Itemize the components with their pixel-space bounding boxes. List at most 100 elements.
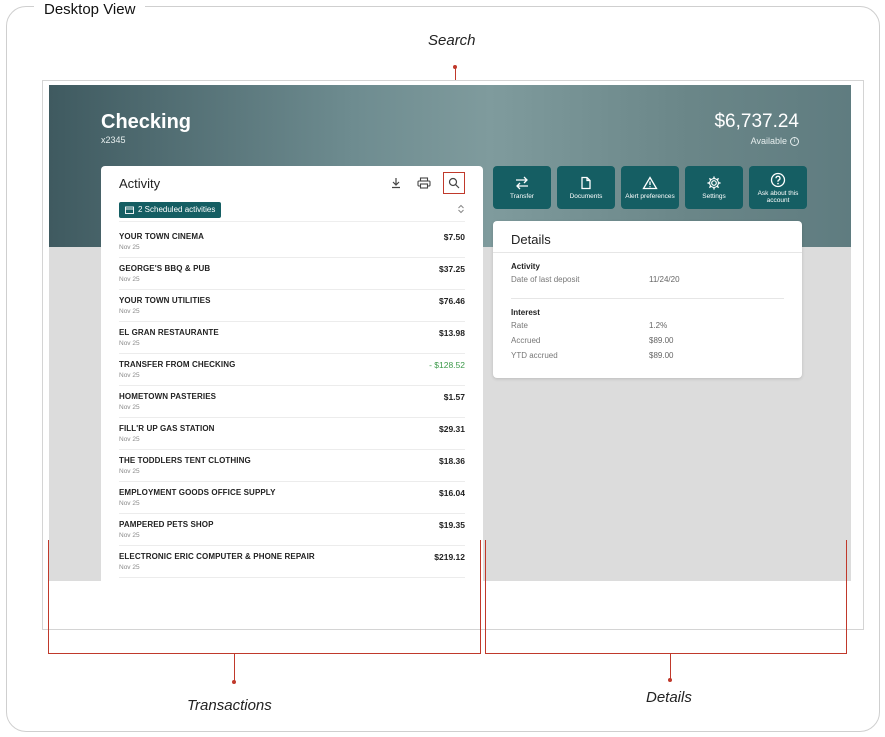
- alert-icon: [642, 175, 658, 191]
- transaction-info: HOMETOWN PASTERIES Nov 25: [119, 392, 216, 417]
- activity-tools: [387, 172, 465, 194]
- print-icon[interactable]: [415, 174, 433, 192]
- documents-label: Documents: [569, 193, 603, 200]
- transaction-date: Nov 25: [119, 468, 140, 475]
- transaction-date: Nov 25: [119, 500, 140, 507]
- transaction-row[interactable]: YOUR TOWN CINEMA Nov 25 $7.50: [119, 226, 465, 258]
- transaction-amount: $37.25: [439, 264, 465, 274]
- transaction-amount: $219.12: [434, 552, 465, 562]
- transactions-bracket-right: [480, 540, 481, 653]
- details-activity-heading: Activity: [511, 262, 540, 271]
- accrued-label: Accrued: [511, 336, 541, 345]
- transaction-info: YOUR TOWN UTILITIES Nov 25: [119, 296, 211, 321]
- details-callout-dot: [668, 678, 672, 682]
- transaction-row[interactable]: PAMPERED PETS SHOP Nov 25 $19.35: [119, 514, 465, 546]
- rate-row: Rate 1.2%: [511, 321, 784, 336]
- transaction-row[interactable]: TRANSFER FROM CHECKING Nov 25 - $128.52: [119, 354, 465, 386]
- documents-button[interactable]: Documents: [557, 166, 615, 209]
- ytd-accrued-row: YTD accrued $89.00: [511, 351, 784, 366]
- accrued-row: Accrued $89.00: [511, 336, 784, 351]
- transactions-callout-dot: [232, 680, 236, 684]
- desktop-screen: Checking x2345 $6,737.24 Available i Act…: [42, 80, 864, 630]
- transaction-date: Nov 25: [119, 436, 140, 443]
- settings-label: Settings: [702, 193, 726, 200]
- rate-label: Rate: [511, 321, 528, 330]
- transaction-name: TRANSFER FROM CHECKING: [119, 360, 236, 369]
- scheduled-row: 2 Scheduled activities: [119, 200, 465, 222]
- details-callout-line: [670, 653, 671, 679]
- transactions-callout-line: [234, 653, 235, 681]
- transaction-date: Nov 25: [119, 340, 140, 347]
- transaction-name: YOUR TOWN UTILITIES: [119, 296, 211, 305]
- ask-about-this-account-button[interactable]: Ask about this account: [749, 166, 807, 209]
- transaction-row[interactable]: GEORGE'S BBQ & PUB Nov 25 $37.25: [119, 258, 465, 290]
- available-text: Available: [750, 136, 787, 146]
- details-callout-label: Details: [646, 689, 692, 706]
- transaction-row[interactable]: HOMETOWN PASTERIES Nov 25 $1.57: [119, 386, 465, 418]
- activity-title: Activity: [119, 175, 161, 191]
- transaction-row[interactable]: EMPLOYMENT GOODS OFFICE SUPPLY Nov 25 $16.…: [119, 482, 465, 514]
- transaction-row[interactable]: EL GRAN RESTAURANTE Nov 25 $13.98: [119, 322, 465, 354]
- gear-icon: [706, 175, 722, 191]
- alert-preferences-button[interactable]: Alert preferences: [621, 166, 679, 209]
- details-bracket-left: [485, 540, 486, 653]
- transaction-name: HOMETOWN PASTERIES: [119, 392, 217, 401]
- transaction-info: EMPLOYMENT GOODS OFFICE SUPPLY Nov 25: [119, 488, 276, 513]
- account-balance: $6,737.24: [714, 111, 799, 132]
- sort-chevron-icon[interactable]: [457, 201, 465, 219]
- transfer-icon: [514, 175, 530, 191]
- frame-title: Desktop View: [34, 0, 146, 22]
- transaction-name: THE TODDLERS TENT CLOTHING: [119, 456, 251, 465]
- transaction-date: Nov 25: [119, 564, 140, 571]
- transaction-info: TRANSFER FROM CHECKING Nov 25: [119, 360, 235, 385]
- transfer-label: Transfer: [510, 193, 534, 200]
- transaction-info: FILL'R UP GAS STATION Nov 25: [119, 424, 215, 449]
- transaction-date: Nov 25: [119, 244, 140, 251]
- scheduled-activities-label: 2 Scheduled activities: [138, 205, 216, 214]
- transaction-date: Nov 25: [119, 532, 140, 539]
- transaction-amount: $29.31: [439, 424, 465, 434]
- transaction-info: THE TODDLERS TENT CLOTHING Nov 25: [119, 456, 251, 481]
- details-interest-section: Interest Rate 1.2% Accrued $89.00 YTD ac…: [511, 298, 784, 366]
- transaction-date: Nov 25: [119, 404, 140, 411]
- account-actions: Transfer Documents Alert preferences Settin…: [493, 166, 807, 209]
- last-deposit-value: 11/24/20: [649, 275, 680, 284]
- details-bracket-right: [846, 540, 847, 653]
- account-number: x2345: [101, 135, 126, 145]
- scheduled-activities-button[interactable]: 2 Scheduled activities: [119, 201, 222, 218]
- download-icon[interactable]: [387, 174, 405, 192]
- transaction-info: EL GRAN RESTAURANTE Nov 25: [119, 328, 219, 353]
- transaction-list: YOUR TOWN CINEMA Nov 25 $7.50 GEORGE'S BBQ …: [119, 226, 465, 578]
- transaction-info: ELECTRONIC ERIC COMPUTER & PHONE REPAIR N…: [119, 552, 315, 577]
- transaction-info: PAMPERED PETS SHOP Nov 25: [119, 520, 214, 545]
- transaction-amount: $19.35: [439, 520, 465, 530]
- details-bracket-bottom: [485, 653, 847, 654]
- settings-button[interactable]: Settings: [685, 166, 743, 209]
- transaction-info: GEORGE'S BBQ & PUB Nov 25: [119, 264, 210, 289]
- search-callout-label: Search: [428, 32, 476, 49]
- ask-about-this-account-label: Ask about this account: [757, 189, 799, 204]
- info-icon[interactable]: i: [790, 136, 799, 146]
- search-icon[interactable]: [443, 172, 465, 194]
- transaction-row[interactable]: THE TODDLERS TENT CLOTHING Nov 25 $18.36: [119, 450, 465, 482]
- transaction-info: YOUR TOWN CINEMA Nov 25: [119, 232, 204, 257]
- alert-preferences-label: Alert preferences: [625, 193, 675, 200]
- transfer-button[interactable]: Transfer: [493, 166, 551, 209]
- transaction-name: EMPLOYMENT GOODS OFFICE SUPPLY: [119, 488, 276, 497]
- calendar-icon: [125, 206, 134, 214]
- transaction-date: Nov 25: [119, 308, 140, 315]
- transaction-amount: $18.36: [439, 456, 465, 466]
- transaction-date: Nov 25: [119, 276, 140, 283]
- details-interest-heading: Interest: [511, 308, 540, 317]
- transaction-date: Nov 25: [119, 372, 140, 379]
- transaction-name: YOUR TOWN CINEMA: [119, 232, 205, 241]
- transaction-amount: $13.98: [439, 328, 465, 338]
- transaction-row[interactable]: FILL'R UP GAS STATION Nov 25 $29.31: [119, 418, 465, 450]
- account-app: Checking x2345 $6,737.24 Available i Act…: [49, 85, 851, 581]
- transaction-row[interactable]: YOUR TOWN UTILITIES Nov 25 $76.46: [119, 290, 465, 322]
- transaction-row[interactable]: ELECTRONIC ERIC COMPUTER & PHONE REPAIR N…: [119, 546, 465, 578]
- last-deposit-row: Date of last deposit 11/24/20: [511, 275, 784, 290]
- transactions-callout-label: Transactions: [187, 697, 272, 714]
- activity-panel: Activity 2 Scheduled activities YOUR TOW…: [101, 166, 483, 581]
- transaction-name: ELECTRONIC ERIC COMPUTER & PHONE REPAIR: [119, 552, 315, 561]
